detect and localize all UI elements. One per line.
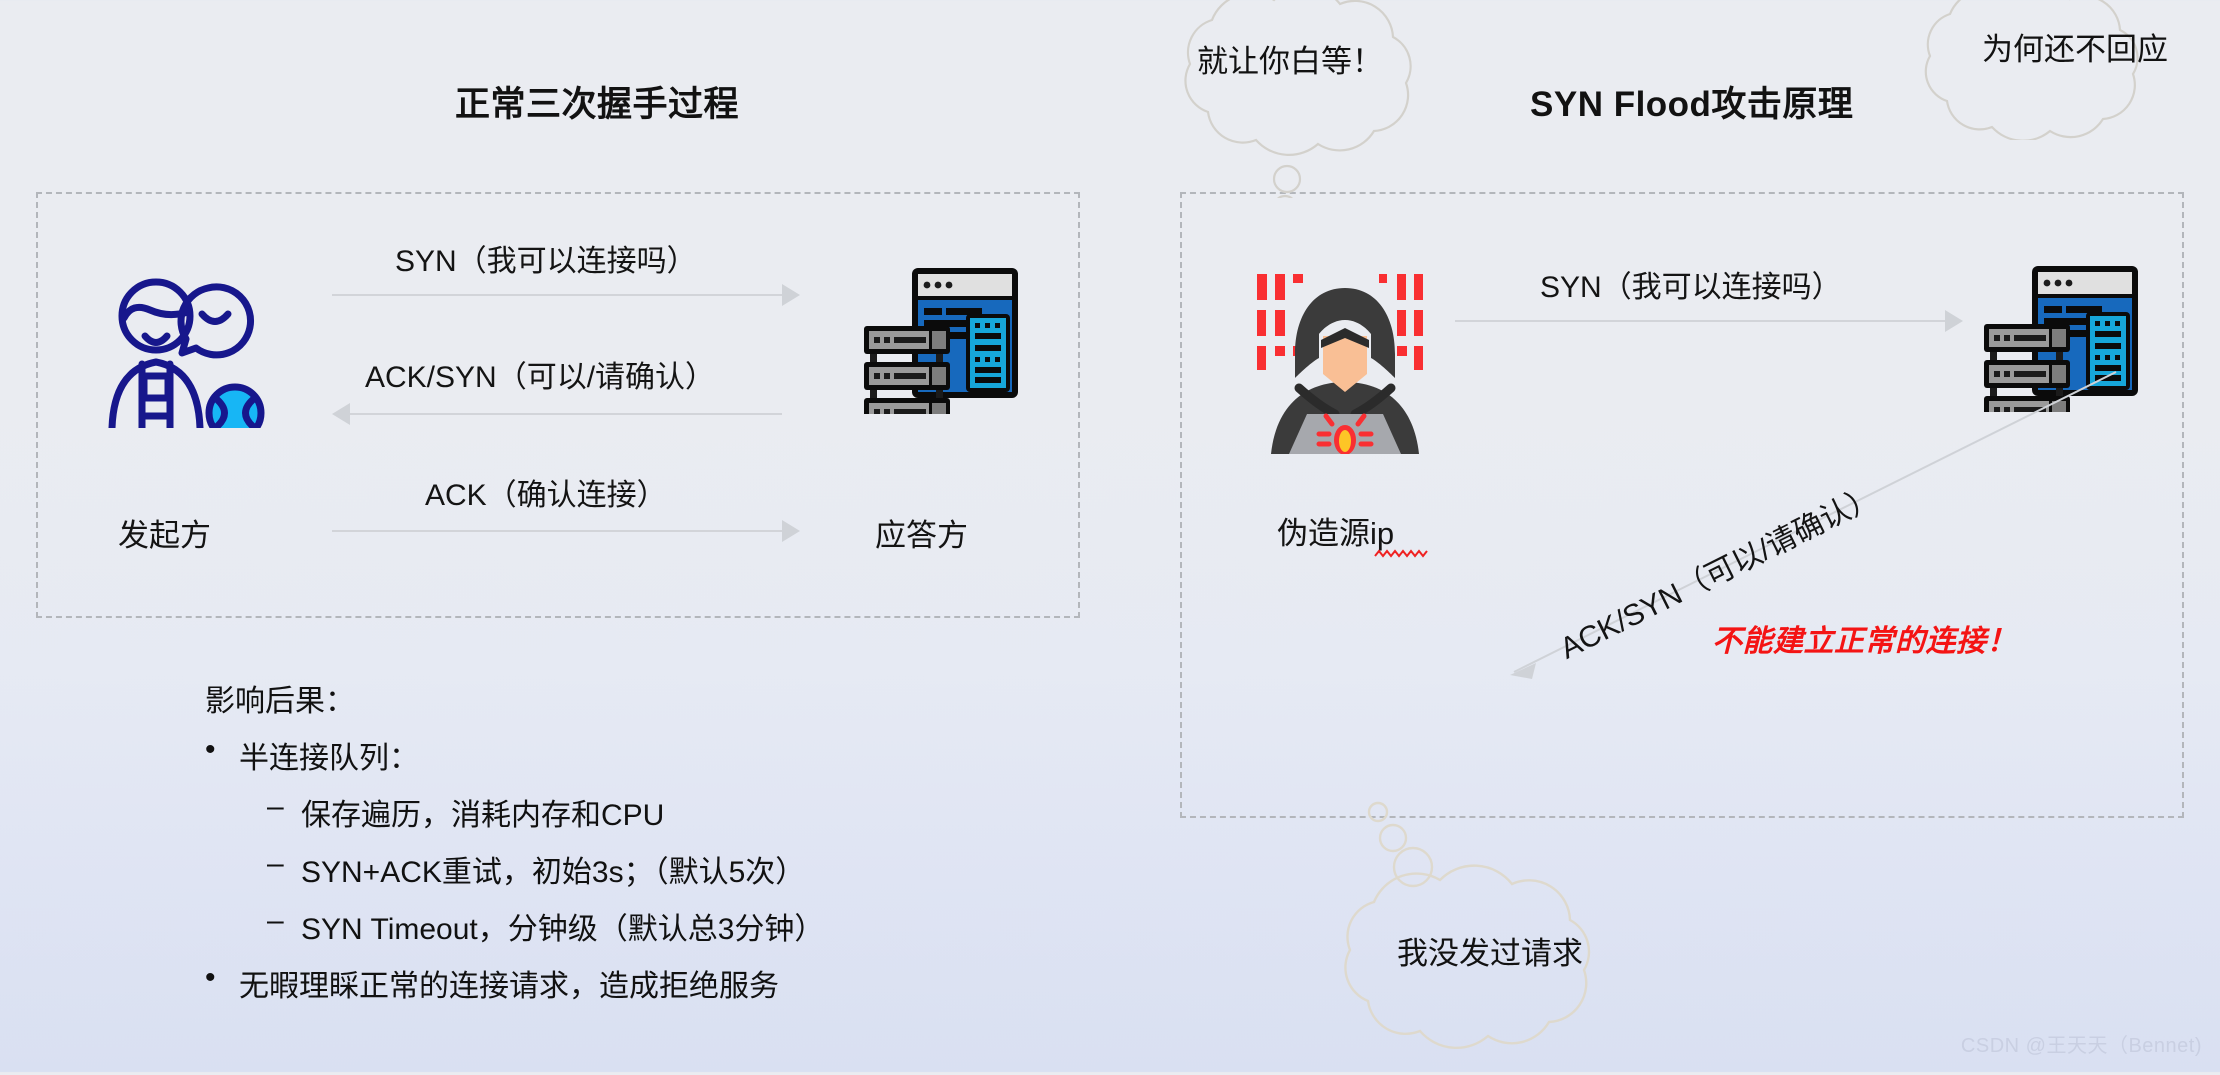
right-arrow-head-1 bbox=[1945, 310, 1963, 332]
consequence-item-3: – SYN+ACK重试，初始3s；（默认5次） bbox=[205, 847, 824, 891]
initiator-label: 发起方 bbox=[118, 518, 211, 553]
consequence-text: 保存遍历，消耗内存和CPU bbox=[301, 799, 665, 832]
left-arrow-line-2 bbox=[350, 413, 782, 415]
left-message-label-1: SYN（我可以连接吗） bbox=[395, 245, 697, 278]
left-message-label-2: ACK/SYN（可以/请确认） bbox=[365, 361, 716, 394]
victim-thought-text: 我没发过请求 bbox=[1397, 936, 1583, 971]
attacker-thought-bubble bbox=[1135, 0, 1445, 220]
responder-label: 应答方 bbox=[875, 518, 968, 553]
left-arrow-line-1 bbox=[332, 294, 782, 296]
bullet-dash: – bbox=[267, 790, 284, 823]
left-arrow-head-3 bbox=[782, 520, 800, 542]
spellcheck-squiggle-icon bbox=[1374, 546, 1430, 564]
consequence-item-4: – SYN Timeout，分钟级（默认总3分钟） bbox=[205, 904, 824, 948]
right-panel-title: SYN Flood攻击原理 bbox=[1530, 85, 1854, 124]
bullet-dash: – bbox=[267, 847, 284, 880]
consequence-text: 无暇理睬正常的连接请求，造成拒绝服务 bbox=[239, 970, 779, 1003]
bullet-dot: • bbox=[205, 961, 216, 994]
left-message-label-3: ACK（确认连接） bbox=[425, 479, 667, 512]
slide-canvas: 正常三次握手过程 发起方 应答方 SYN（我可以连接吗） ACK/SYN（可以/… bbox=[0, 0, 2220, 1072]
consequence-text: SYN+ACK重试，初始3s；（默认5次） bbox=[301, 856, 806, 889]
left-panel-title: 正常三次握手过程 bbox=[455, 85, 740, 124]
bullet-dot: • bbox=[205, 733, 216, 766]
left-arrow-head-1 bbox=[782, 284, 800, 306]
server-thought-text: 为何还不回应 bbox=[1982, 32, 2168, 67]
consequences-block: 影响后果： • 半连接队列： – 保存遍历，消耗内存和CPU – SYN+ACK… bbox=[205, 676, 824, 1018]
left-arrow-head-2 bbox=[332, 403, 350, 425]
people-chat-icon bbox=[98, 268, 278, 443]
consequence-text: 半连接队列： bbox=[239, 742, 419, 775]
consequence-text: SYN Timeout，分钟级（默认总3分钟） bbox=[301, 913, 825, 946]
server-thought-bubble bbox=[1900, 0, 2220, 140]
hacker-hoodie-laptop-icon bbox=[1255, 262, 1435, 455]
consequence-item-5: • 无暇理睬正常的连接请求，造成拒绝服务 bbox=[205, 961, 824, 1005]
left-arrow-line-3 bbox=[332, 530, 782, 532]
consequence-item-1: • 半连接队列： bbox=[205, 733, 824, 777]
watermark: CSDN @王天天（Bennet) bbox=[1960, 1035, 2202, 1057]
attacker-thought-text: 就让你白等！ bbox=[1197, 44, 1383, 79]
consequences-heading: 影响后果： bbox=[205, 685, 355, 718]
consequence-item-2: – 保存遍历，消耗内存和CPU bbox=[205, 790, 824, 834]
right-arrow-line-1 bbox=[1455, 320, 1945, 322]
right-message-label-1: SYN（我可以连接吗） bbox=[1540, 271, 1842, 304]
connection-warning-text: 不能建立正常的连接！ bbox=[1712, 625, 2017, 658]
server-rack-icon bbox=[862, 266, 1022, 426]
bullet-dash: – bbox=[267, 904, 284, 937]
